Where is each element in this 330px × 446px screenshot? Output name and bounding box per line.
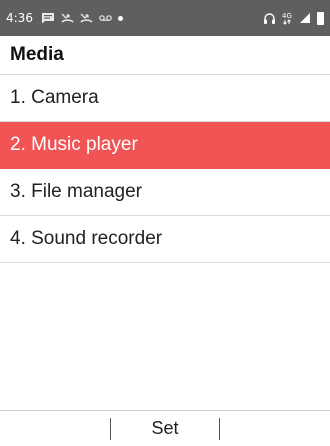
menu-item-label: 3. File manager [10, 181, 143, 202]
notification-icons [41, 11, 123, 25]
menu-item-label: 1. Camera [10, 87, 99, 108]
headset-icon [263, 11, 276, 25]
softkey-divider [219, 417, 220, 440]
menu-item-sound-recorder[interactable]: 4. Sound recorder [0, 216, 330, 263]
menu-item-label: 4. Sound recorder [10, 228, 163, 249]
notification-dot-icon [117, 11, 123, 25]
missed-call-icon [80, 11, 93, 25]
screen-header: Media [0, 36, 330, 75]
softkey-bar: Set [0, 410, 330, 446]
svg-text:4G: 4G [282, 12, 292, 20]
status-time: 4:36 [6, 11, 33, 25]
menu-item-camera[interactable]: 1. Camera [0, 75, 330, 122]
data-4g-icon: 4G [282, 11, 293, 25]
voicemail-icon [99, 11, 112, 25]
menu-item-file-manager[interactable]: 3. File manager [0, 169, 330, 216]
missed-call-icon [61, 11, 74, 25]
menu-item-music-player[interactable]: 2. Music player [0, 122, 330, 169]
media-menu-list: 1. Camera 2. Music player 3. File manage… [0, 75, 330, 263]
menu-item-label: 2. Music player [10, 134, 138, 155]
page-title: Media [10, 44, 64, 65]
softkey-center-set[interactable]: Set [111, 418, 219, 439]
message-icon [41, 11, 55, 25]
system-icons: 4G [263, 11, 324, 25]
status-bar: 4:36 4G [0, 0, 330, 36]
signal-icon [299, 11, 311, 25]
battery-icon [317, 11, 324, 25]
